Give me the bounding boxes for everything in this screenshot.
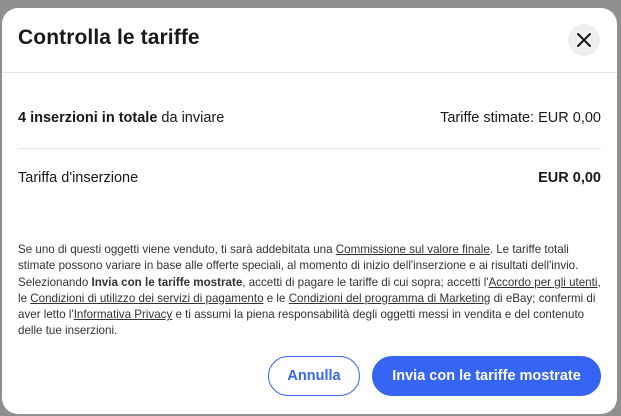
final-value-fee-link[interactable]: Commissione sul valore finale (336, 243, 490, 256)
close-icon (575, 31, 593, 49)
listings-count: 4 inserzioni in totale da inviare (18, 110, 224, 126)
dialog-actions: Annulla Invia con le tariffe mostrate (268, 356, 601, 396)
summary-divider (18, 148, 601, 149)
listings-count-suffix: da inviare (157, 110, 225, 126)
privacy-policy-link[interactable]: Informativa Privacy (74, 308, 173, 321)
marketing-terms-link[interactable]: Condizioni del programma di Marketing (289, 292, 491, 305)
user-agreement-link[interactable]: Accordo per gli utenti (489, 276, 598, 289)
close-button[interactable] (568, 24, 600, 56)
estimated-fees: Tariffe stimate: EUR 0,00 (440, 110, 601, 126)
listings-count-label: 4 inserzioni in totale (18, 110, 158, 126)
legal-disclaimer: Se uno di questi oggetti viene venduto, … (18, 242, 601, 340)
payment-terms-link[interactable]: Condizioni di utilizzo dei servizi di pa… (30, 292, 263, 305)
header-divider (2, 72, 617, 73)
review-fees-dialog: Controlla le tariffe 4 inserzioni in tot… (2, 8, 617, 414)
cancel-button[interactable]: Annulla (268, 356, 360, 396)
insertion-fee-value: EUR 0,00 (538, 170, 601, 186)
dialog-title: Controlla le tariffe (18, 26, 200, 49)
legal-text: Se uno di questi oggetti viene venduto, … (18, 243, 336, 256)
insertion-fee-row: Tariffa d'inserzione EUR 0,00 (18, 166, 601, 190)
listings-summary-row: 4 inserzioni in totale da inviare Tariff… (18, 106, 601, 130)
legal-text: , accetti di pagare le tariffe di cui so… (242, 275, 489, 289)
legal-text: e le (263, 291, 289, 305)
legal-action-name: Invia con le tariffe mostrate (91, 275, 243, 289)
submit-with-fees-button[interactable]: Invia con le tariffe mostrate (372, 356, 601, 396)
insertion-fee-label: Tariffa d'inserzione (18, 170, 139, 186)
dialog-header: Controlla le tariffe (2, 8, 617, 72)
